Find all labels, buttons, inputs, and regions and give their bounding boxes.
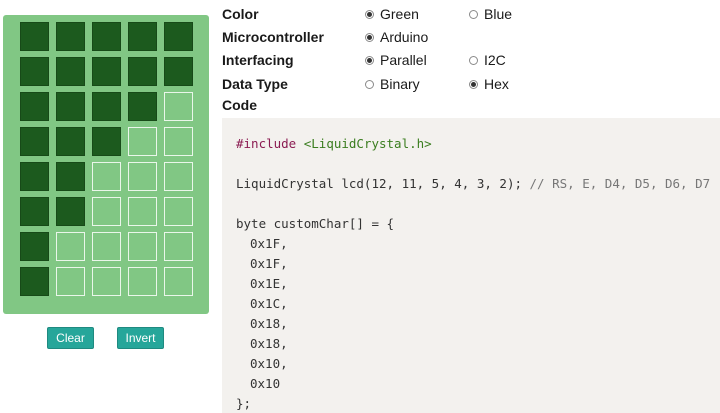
pixel-cell-off[interactable] xyxy=(164,127,193,156)
array-declaration-line: byte customChar[] = { xyxy=(236,216,395,231)
pixel-cell-on[interactable] xyxy=(92,22,121,51)
pixel-cell-on[interactable] xyxy=(20,127,49,156)
pixel-cell-off[interactable] xyxy=(164,162,193,191)
radio-label: Arduino xyxy=(380,29,429,45)
hex-value-line: 0x1E, xyxy=(250,276,288,291)
lcd-declaration-suffix: ); xyxy=(506,176,522,191)
pixel-cell-off[interactable] xyxy=(56,267,85,296)
color-blue-radio[interactable]: Blue xyxy=(469,6,512,22)
micro-arduino-radio[interactable]: Arduino xyxy=(365,29,428,45)
pixel-cell-off[interactable] xyxy=(164,232,193,261)
lcd-declaration-prefix: LiquidCrystal lcd( xyxy=(236,176,372,191)
code-label: Code xyxy=(222,97,257,113)
pixel-cell-on[interactable] xyxy=(20,267,49,296)
radio-indicator xyxy=(365,9,374,19)
pixel-cell-off[interactable] xyxy=(128,162,157,191)
pixel-cell-on[interactable] xyxy=(128,22,157,51)
iface-i2c-radio[interactable]: I2C xyxy=(469,52,506,68)
radio-label: I2C xyxy=(484,52,506,68)
radio-indicator xyxy=(469,9,478,19)
include-file: <LiquidCrystal.h> xyxy=(303,136,432,151)
pixel-cell-on[interactable] xyxy=(92,57,121,86)
pixel-cell-off[interactable] xyxy=(92,232,121,261)
lcd-pin-comment: // RS, E, D4, D5, D6, D7 xyxy=(529,176,711,191)
pixel-cell-on[interactable] xyxy=(20,22,49,51)
color-label: Color xyxy=(222,6,259,22)
radio-label: Binary xyxy=(380,76,420,92)
pixel-cell-off[interactable] xyxy=(164,92,193,121)
pixel-cell-on[interactable] xyxy=(164,57,193,86)
pixel-cell-off[interactable] xyxy=(92,267,121,296)
pixel-cell-on[interactable] xyxy=(56,162,85,191)
pixel-cell-on[interactable] xyxy=(20,162,49,191)
hex-value-line: 0x18, xyxy=(250,316,288,331)
hex-value-line: 0x10, xyxy=(250,356,288,371)
pixel-cell-on[interactable] xyxy=(20,197,49,226)
array-close-line: }; xyxy=(236,396,252,411)
pixel-cell-on[interactable] xyxy=(92,127,121,156)
pixel-cell-off[interactable] xyxy=(92,162,121,191)
dtype-binary-radio[interactable]: Binary xyxy=(365,76,420,92)
pixel-grid-panel xyxy=(3,15,209,314)
data-type-label: Data Type xyxy=(222,76,288,92)
radio-label: Green xyxy=(380,6,419,22)
pixel-grid xyxy=(20,22,193,296)
radio-indicator xyxy=(365,55,374,65)
radio-label: Parallel xyxy=(380,52,427,68)
radio-indicator xyxy=(469,79,478,89)
pixel-cell-on[interactable] xyxy=(56,22,85,51)
pixel-cell-on[interactable] xyxy=(92,92,121,121)
include-keyword: #include xyxy=(236,136,297,151)
radio-label: Hex xyxy=(484,76,509,92)
pixel-cell-on[interactable] xyxy=(56,57,85,86)
pixel-cell-on[interactable] xyxy=(20,57,49,86)
pixel-cell-off[interactable] xyxy=(92,197,121,226)
pixel-cell-on[interactable] xyxy=(56,127,85,156)
pixel-cell-on[interactable] xyxy=(164,22,193,51)
interfacing-label: Interfacing xyxy=(222,52,294,68)
color-green-radio[interactable]: Green xyxy=(365,6,419,22)
lcd-declaration-line: LiquidCrystal lcd(12, 11, 5, 4, 3, 2); /… xyxy=(236,176,710,191)
pixel-cell-on[interactable] xyxy=(20,232,49,261)
hex-value-line: 0x1F, xyxy=(250,236,288,251)
pixel-cell-on[interactable] xyxy=(56,92,85,121)
pixel-cell-off[interactable] xyxy=(128,197,157,226)
include-line: #include <LiquidCrystal.h> xyxy=(236,136,432,151)
pixel-cell-on[interactable] xyxy=(128,92,157,121)
pixel-cell-on[interactable] xyxy=(128,57,157,86)
pixel-cell-on[interactable] xyxy=(20,92,49,121)
pixel-cell-off[interactable] xyxy=(128,232,157,261)
lcd-pin-args: 12, 11, 5, 4, 3, 2 xyxy=(371,176,507,191)
radio-indicator xyxy=(365,32,374,42)
microcontroller-label: Microcontroller xyxy=(222,29,324,45)
code-block[interactable]: #include <LiquidCrystal.h> LiquidCrystal… xyxy=(222,118,720,413)
radio-label: Blue xyxy=(484,6,513,22)
hex-value-line: 0x18, xyxy=(250,336,288,351)
radio-indicator xyxy=(469,55,478,65)
pixel-cell-off[interactable] xyxy=(164,267,193,296)
pixel-cell-off[interactable] xyxy=(164,197,193,226)
hex-value-line: 0x10 xyxy=(250,376,281,391)
invert-button[interactable]: Invert xyxy=(117,327,164,349)
hex-value-line: 0x1C, xyxy=(250,296,288,311)
iface-parallel-radio[interactable]: Parallel xyxy=(365,52,427,68)
clear-button[interactable]: Clear xyxy=(47,327,94,349)
radio-indicator xyxy=(365,79,374,89)
pixel-cell-off[interactable] xyxy=(56,232,85,261)
pixel-cell-on[interactable] xyxy=(56,197,85,226)
dtype-hex-radio[interactable]: Hex xyxy=(469,76,509,92)
hex-value-line: 0x1F, xyxy=(250,256,288,271)
pixel-cell-off[interactable] xyxy=(128,267,157,296)
pixel-cell-off[interactable] xyxy=(128,127,157,156)
